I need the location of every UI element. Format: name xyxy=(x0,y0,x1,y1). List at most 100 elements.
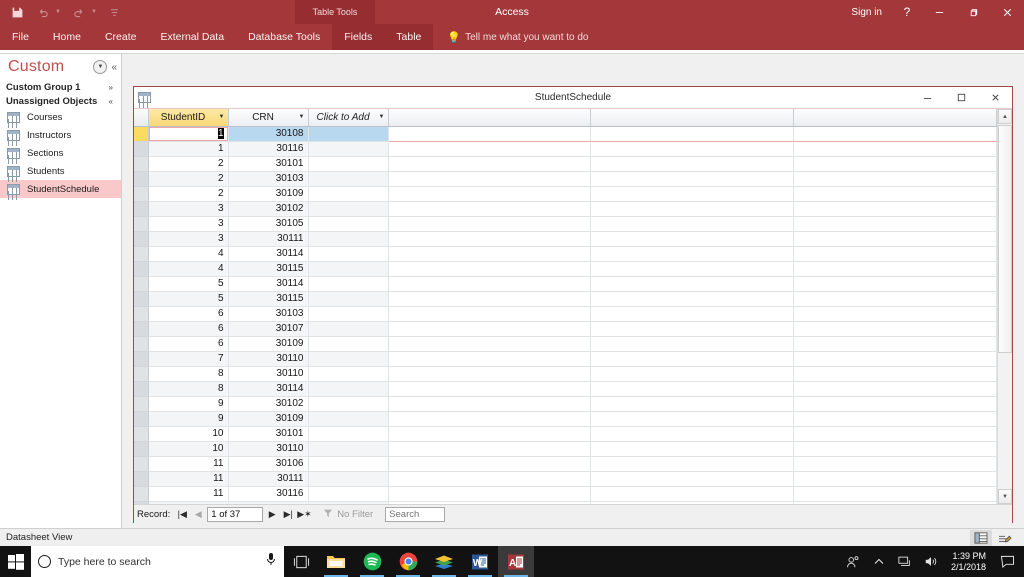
table-row[interactable]: 1130111 xyxy=(134,471,997,486)
cell-click-to-add[interactable] xyxy=(308,231,388,246)
cell-studentid[interactable]: 4 xyxy=(148,246,228,261)
row-selector[interactable] xyxy=(134,141,148,156)
cell-click-to-add[interactable] xyxy=(308,156,388,171)
table-row[interactable]: 330111 xyxy=(134,231,997,246)
row-selector[interactable] xyxy=(134,441,148,456)
nav-item-instructors[interactable]: Instructors xyxy=(0,126,121,144)
cell-studentid[interactable]: 10 xyxy=(148,426,228,441)
chevron-down-icon[interactable]: » xyxy=(109,83,121,92)
row-selector[interactable] xyxy=(134,366,148,381)
column-header-click-to-add[interactable]: Click to Add ▼ xyxy=(308,109,388,126)
cell-crn[interactable]: 30109 xyxy=(228,336,308,351)
spotify-icon[interactable] xyxy=(354,546,390,577)
cell-click-to-add[interactable] xyxy=(308,471,388,486)
table-row[interactable]: 630103 xyxy=(134,306,997,321)
row-selector[interactable] xyxy=(134,306,148,321)
row-selector[interactable] xyxy=(134,171,148,186)
row-selector[interactable] xyxy=(134,231,148,246)
table-row[interactable]: 330102 xyxy=(134,201,997,216)
tab-database-tools[interactable]: Database Tools xyxy=(236,24,332,50)
cell-studentid[interactable]: 3 xyxy=(148,216,228,231)
cell-studentid[interactable]: 11 xyxy=(148,486,228,501)
cell-crn[interactable]: 30115 xyxy=(228,261,308,276)
help-icon[interactable]: ? xyxy=(892,5,922,19)
cell-studentid[interactable]: 6 xyxy=(148,306,228,321)
minimize-icon[interactable] xyxy=(922,0,956,24)
notifications-icon[interactable] xyxy=(994,546,1020,577)
nav-item-sections[interactable]: Sections xyxy=(0,144,121,162)
undo-dropdown-icon[interactable]: ▼ xyxy=(55,9,61,15)
row-selector[interactable] xyxy=(134,336,148,351)
cell-crn[interactable]: 30102 xyxy=(228,201,308,216)
table-row[interactable]: 330105 xyxy=(134,216,997,231)
row-selector[interactable] xyxy=(134,321,148,336)
taskbar-clock[interactable]: 1:39 PM 2/1/2018 xyxy=(945,551,992,573)
cell-studentid[interactable]: 2 xyxy=(148,186,228,201)
cell-crn[interactable]: 30103 xyxy=(228,171,308,186)
cell-click-to-add[interactable] xyxy=(308,216,388,231)
cell-studentid[interactable]: 6 xyxy=(148,336,228,351)
cell-crn[interactable]: 30115 xyxy=(228,291,308,306)
cell-studentid[interactable]: 2 xyxy=(148,156,228,171)
cell-studentid[interactable]: 5 xyxy=(148,291,228,306)
table-row[interactable]: 230103 xyxy=(134,171,997,186)
table-row[interactable]: 1130116 xyxy=(134,486,997,501)
cell-click-to-add[interactable] xyxy=(308,456,388,471)
row-selector[interactable] xyxy=(134,426,148,441)
table-row[interactable]: 730110 xyxy=(134,351,997,366)
cell-click-to-add[interactable] xyxy=(308,366,388,381)
anki-icon[interactable] xyxy=(426,546,462,577)
design-view-icon[interactable] xyxy=(994,530,1016,546)
table-row[interactable]: 530114 xyxy=(134,276,997,291)
cell-studentid[interactable]: 1 xyxy=(148,126,228,141)
task-view-icon[interactable] xyxy=(284,546,318,577)
people-icon[interactable] xyxy=(841,546,865,577)
table-row[interactable]: 530115 xyxy=(134,291,997,306)
table-row[interactable]: 130108 xyxy=(134,126,997,141)
row-selector[interactable] xyxy=(134,246,148,261)
cell-crn[interactable]: 30109 xyxy=(228,186,308,201)
first-record-icon[interactable]: |◀ xyxy=(175,509,189,520)
table-row[interactable]: 930109 xyxy=(134,411,997,426)
sign-in-button[interactable]: Sign in xyxy=(841,7,892,18)
cell-click-to-add[interactable] xyxy=(308,261,388,276)
chevron-down-icon[interactable]: ▼ xyxy=(215,114,225,120)
row-selector[interactable] xyxy=(134,216,148,231)
cell-crn[interactable]: 30110 xyxy=(228,366,308,381)
table-row[interactable]: 930102 xyxy=(134,396,997,411)
row-selector[interactable] xyxy=(134,291,148,306)
datasheet-view-icon[interactable] xyxy=(970,530,992,546)
row-selector[interactable] xyxy=(134,186,148,201)
cell-studentid[interactable]: 11 xyxy=(148,456,228,471)
cell-crn[interactable]: 30108 xyxy=(228,126,308,141)
cell-crn[interactable]: 30101 xyxy=(228,156,308,171)
table-row[interactable]: 1030101 xyxy=(134,426,997,441)
cell-crn[interactable]: 30110 xyxy=(228,441,308,456)
row-selector[interactable] xyxy=(134,471,148,486)
cell-click-to-add[interactable] xyxy=(308,276,388,291)
chevron-down-icon[interactable]: ▼ xyxy=(375,114,385,120)
previous-record-icon[interactable]: ◀ xyxy=(191,509,205,520)
cell-studentid[interactable]: 5 xyxy=(148,276,228,291)
collapse-pane-icon[interactable]: « xyxy=(107,62,117,73)
cell-crn[interactable]: 30110 xyxy=(228,351,308,366)
column-header-studentid[interactable]: StudentID ▼ xyxy=(148,109,228,126)
row-selector[interactable] xyxy=(134,486,148,501)
cell-studentid[interactable]: 3 xyxy=(148,231,228,246)
close-icon[interactable] xyxy=(990,0,1024,24)
row-selector[interactable] xyxy=(134,126,148,141)
table-row[interactable]: 1130106 xyxy=(134,456,997,471)
scroll-up-icon[interactable]: ▲ xyxy=(998,109,1012,124)
cell-click-to-add[interactable] xyxy=(308,141,388,156)
nav-group-unassigned-objects[interactable]: Unassigned Objects « xyxy=(0,94,121,108)
navigation-menu-icon[interactable]: ▼ xyxy=(93,60,107,74)
cell-studentid[interactable]: 2 xyxy=(148,171,228,186)
cell-studentid[interactable]: 4 xyxy=(148,261,228,276)
cell-crn[interactable]: 30114 xyxy=(228,381,308,396)
nav-item-courses[interactable]: Courses xyxy=(0,108,121,126)
tab-fields[interactable]: Fields xyxy=(332,24,384,50)
cell-crn[interactable]: 30114 xyxy=(228,246,308,261)
cell-studentid[interactable]: 8 xyxy=(148,381,228,396)
cell-crn[interactable]: 30107 xyxy=(228,321,308,336)
tell-me-search[interactable]: 💡 Tell me what you want to do xyxy=(433,31,588,44)
